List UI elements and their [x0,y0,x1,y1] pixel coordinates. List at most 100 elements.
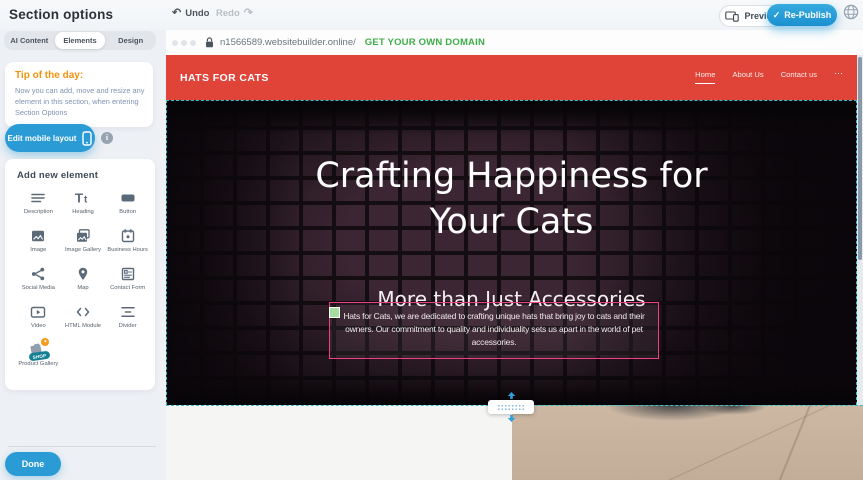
page-title: Section options [9,7,113,22]
site-url[interactable]: n1566589.websitebuilder.online/ [220,37,356,48]
hero-heading[interactable]: Crafting Happiness for Your Cats [273,153,751,245]
arrow-down-icon [507,415,516,422]
element-label: Social Media [22,285,55,293]
arrow-up-icon [507,392,516,399]
app-root: Section options ↶ Undo Redo ↷ Preview ✓ … [0,0,863,480]
element-product-gallery[interactable]: ✦ SHOP Product Gallery [17,342,60,371]
element-grid: Description Tt Heading Button Image Imag… [17,190,149,371]
svg-text:T: T [75,191,83,206]
element-video[interactable]: Video [17,304,60,333]
element-label: Video [31,323,46,331]
video-icon [30,304,46,320]
element-description[interactable]: Description [17,190,60,219]
hero-text-element-selected[interactable]: Hats for Cats, we are dedicated to craft… [329,302,659,359]
devices-icon [725,11,739,22]
svg-text:t: t [84,195,88,206]
social-media-icon [30,266,46,282]
tab-design[interactable]: Design [105,32,156,49]
image-icon [30,228,46,244]
add-new-element-title: Add new element [17,170,149,181]
nav-about-us[interactable]: About Us [732,70,763,83]
business-hours-icon [120,228,136,244]
undo-icon: ↶ [172,8,181,19]
element-business-hours[interactable]: Business Hours [106,228,149,257]
description-icon [30,190,46,206]
hero-body-text: Hats for Cats, we are dedicated to craft… [343,311,644,347]
grip-dots-icon [497,404,525,411]
element-social-media[interactable]: Social Media [17,266,60,295]
redo-icon: ↷ [244,8,253,19]
nav-more-icon[interactable]: ⋯ [834,70,843,81]
edit-mobile-label: Edit mobile layout [8,134,77,143]
shop-badge: SHOP [29,351,51,362]
edit-mobile-layout-button[interactable]: Edit mobile layout [5,124,95,152]
sidebar-divider [8,446,156,447]
nav-contact-us[interactable]: Contact us [781,70,817,83]
element-label: Button [119,209,136,217]
heading-icon: Tt [74,190,92,206]
sidebar-tabs: AI Content Elements Design [4,31,156,50]
element-heading[interactable]: Tt Heading [62,190,105,219]
hero-background-vignette [167,101,856,405]
redo-button[interactable]: Redo ↷ [216,8,253,19]
site-preview: n1566589.websitebuilder.online/ GET YOUR… [166,30,863,480]
nav-home[interactable]: Home [695,70,715,84]
sidebar: AI Content Elements Design Tip of the da… [0,30,166,480]
get-domain-link[interactable]: GET YOUR OWN DOMAIN [365,37,485,48]
element-label: HTML Module [65,323,101,331]
preview-scrollbar[interactable] [858,57,862,260]
tip-body: Now you can add, move and resize any ele… [15,85,145,118]
drag-handle[interactable] [329,307,340,318]
new-badge-icon: ✦ [41,338,49,346]
product-gallery-icon: ✦ SHOP [25,342,51,358]
element-label: Product Gallery [18,361,58,369]
tab-ai-content[interactable]: AI Content [4,32,55,49]
element-image-gallery[interactable]: Image Gallery [62,228,105,257]
contact-form-icon [120,266,136,282]
resize-grip[interactable] [488,400,534,414]
button-icon [120,190,136,206]
element-map[interactable]: Map [62,266,105,295]
element-label: Contact Form [110,285,145,293]
site-header[interactable]: HATS FOR CATS Home About Us Contact us ⋯ [166,55,857,100]
map-pin-icon [75,266,91,282]
site-nav: Home About Us Contact us ⋯ [695,70,843,84]
hero-section[interactable]: Crafting Happiness for Your Cats More th… [166,100,857,405]
check-icon: ✓ [773,10,781,21]
window-dots [172,40,196,46]
phone-icon [82,131,92,146]
element-button[interactable]: Button [106,190,149,219]
tip-title: Tip of the day: [15,70,145,81]
section-resize-handle[interactable] [488,391,534,423]
element-label: Business Hours [107,247,148,255]
tip-of-the-day-card: Tip of the day: Now you can add, move an… [5,62,153,127]
republish-label: Re-Publish [784,10,831,20]
globe-icon[interactable] [843,4,859,25]
element-html-module[interactable]: HTML Module [62,304,105,333]
undo-label: Undo [185,8,209,19]
topbar: Section options ↶ Undo Redo ↷ Preview ✓ … [0,0,863,30]
image-gallery-icon [75,228,91,244]
divider-icon [120,304,136,320]
add-new-element-panel: Add new element Description Tt Heading B… [5,159,155,390]
element-label: Image Gallery [65,247,101,255]
element-image[interactable]: Image [17,228,60,257]
code-icon [75,304,91,320]
element-divider[interactable]: Divider [106,304,149,333]
element-label: Divider [119,323,137,331]
element-contact-form[interactable]: Contact Form [106,266,149,295]
cat-sand-photo [512,405,863,480]
element-label: Image [30,247,46,255]
republish-button[interactable]: ✓ Re-Publish [767,4,837,26]
element-label: Description [24,209,53,217]
done-button[interactable]: Done [5,452,61,476]
redo-label: Redo [216,8,240,19]
info-icon[interactable]: i [101,132,113,144]
site-logo[interactable]: HATS FOR CATS [180,72,269,84]
browser-bar: n1566589.websitebuilder.online/ GET YOUR… [166,30,863,55]
lock-icon [205,37,214,48]
tab-elements[interactable]: Elements [55,32,106,49]
element-label: Map [77,285,88,293]
undo-button[interactable]: ↶ Undo [172,8,210,19]
element-label: Heading [72,209,94,217]
